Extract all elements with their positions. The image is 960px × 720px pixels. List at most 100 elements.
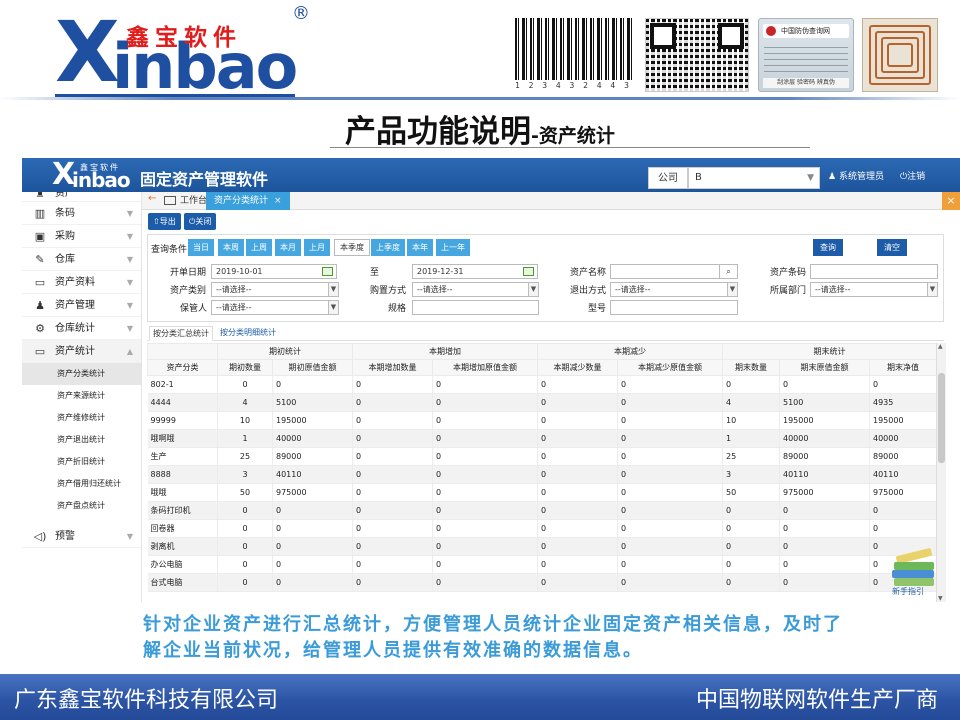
period-today-button[interactable]: 当日 [188,239,214,256]
table-cell: 0 [779,501,870,520]
table-cell: 0 [352,447,433,466]
sidebar-subitem-exit-stats[interactable]: 资产退出统计 [22,429,141,451]
sidebar-subitem-depreciation-stats[interactable]: 资产折旧统计 [22,451,141,473]
table-row[interactable]: 哦啊哦 1 40000 0 0 0 0 1 40000 40000 [147,429,936,448]
qr-code-image [645,18,749,92]
period-last-month-button[interactable]: 上月 [304,239,330,256]
department-label: 所属部门 [770,286,807,296]
table-cell: 25 [722,447,780,466]
start-date-input[interactable]: 2019-10-01 [211,264,337,279]
sidebar-item-asset-stats[interactable]: ▭ 资产统计 ▲ [22,340,141,363]
period-this-month-button[interactable]: 本月 [275,239,301,256]
scroll-up-icon[interactable]: ▲ [938,343,943,350]
back-arrow-icon[interactable]: ← [148,193,156,204]
calendar-icon[interactable] [322,267,333,276]
department-select[interactable]: --请选择-- ▼ [810,282,938,297]
period-last-week-button[interactable]: 上周 [246,239,272,256]
period-this-year-button[interactable]: 本年 [407,239,433,256]
spec-input[interactable] [412,300,539,315]
table-row[interactable]: 回卷器 0 0 0 0 0 0 0 0 0 [147,519,936,538]
period-last-year-button[interactable]: 上一年 [436,239,470,256]
logout-link[interactable]: ⏻注销 [900,169,925,182]
table-cell: 0 [537,537,618,556]
table-cell: 0 [432,411,538,430]
table-cell: 台式电脑 [147,573,218,592]
table-row[interactable]: 8888 3 40110 0 0 0 0 3 40110 40110 [147,465,936,484]
label-card-foot: 刮涂层 验密码 辨真伪 [763,78,849,88]
table-row[interactable]: 台式电脑 0 0 0 0 0 0 0 0 0 [147,573,936,592]
chevron-down-icon: ▼ [126,209,133,218]
sidebar-subitem-category-stats[interactable]: 资产分类统计 [22,363,141,385]
company-select[interactable]: B ▼ [688,167,820,189]
table-cell: 0 [217,501,273,520]
column-header: 本期增加原值金额 [432,359,538,376]
sidebar-item-warehouse-stats[interactable]: ⚙ 仓库统计 ▼ [22,317,141,340]
logout-label: 注销 [907,172,926,182]
admin-user-link[interactable]: ♟ 系统管理员 [828,169,884,182]
calendar-icon[interactable] [523,267,534,276]
tab-workbench[interactable]: 工作台 [164,192,207,210]
tab-summary-by-category[interactable]: 按分类汇总统计 [149,326,213,341]
table-row[interactable]: 条码打印机 0 0 0 0 0 0 0 0 0 [147,501,936,520]
keeper-select[interactable]: --请选择-- ▼ [211,300,339,315]
table-row[interactable]: 4444 4 5100 0 0 0 0 4 5100 4935 [147,393,936,412]
column-header: 本期减少数量 [537,359,618,376]
sidebar-subitem-source-stats[interactable]: 资产来源统计 [22,385,141,407]
period-last-quarter-button[interactable]: 上季度 [371,239,405,256]
new-user-guide-button[interactable]: 新手指引 [890,538,944,600]
asset-name-input[interactable]: ⌕ [610,264,738,279]
close-all-tabs-button[interactable]: × [942,192,960,210]
period-this-week-button[interactable]: 本周 [218,239,244,256]
table-cell: 回卷器 [147,519,218,538]
exit-method-select[interactable]: --请选择-- ▼ [610,282,738,297]
book-icon [894,562,934,570]
tab-category-stats[interactable]: 资产分类统计 × [206,192,290,210]
table-row[interactable]: 办公电脑 0 0 0 0 0 0 0 0 0 [147,555,936,574]
table-cell: 0 [617,411,723,430]
close-icon[interactable]: × [274,196,282,206]
sidebar-item-asset-info[interactable]: ▭ 资产资料 ▼ [22,271,141,294]
model-input[interactable] [610,300,738,315]
column-header: 资产分类 [147,359,218,376]
column-header: 期初原值金额 [272,359,353,376]
clear-button[interactable]: 清空 [877,239,907,256]
keeper-value: --请选择-- [216,303,252,312]
sidebar-subitem-borrow-return-stats[interactable]: 资产借用归还统计 [22,473,141,495]
table-row[interactable]: 99999 10 195000 0 0 0 0 10 195000 195000 [147,411,936,430]
sidebar-subitem-inventory-stats[interactable]: 资产盘点统计 [22,495,141,517]
sidebar-item-warehouse[interactable]: ✎ 仓库 ▼ [22,248,141,271]
table-cell: 0 [537,411,618,430]
sidebar-item-barcode[interactable]: ▥ 条码 ▼ [22,202,141,225]
chevron-down-icon: ▼ [807,173,814,183]
company-label: 公司 [648,167,688,189]
table-row[interactable]: 剥离机 0 0 0 0 0 0 0 0 0 [147,537,936,556]
sidebar-item-asset-management[interactable]: ♟ 资产管理 ▼ [22,294,141,317]
search-button[interactable]: 查询 [813,239,843,256]
table-row[interactable]: 哦哦 50 975000 0 0 0 0 50 975000 975000 [147,483,936,502]
sack-icon: ♜ [35,192,45,200]
sidebar-item-purchase[interactable]: ▣ 采购 ▼ [22,225,141,248]
export-button[interactable]: ⇧导出 [148,213,181,230]
table-row[interactable]: 生产 25 89000 0 0 0 0 25 89000 89000 [147,447,936,466]
table-row[interactable]: 802-1 0 0 0 0 0 0 0 0 0 [147,375,936,394]
search-icon[interactable]: ⌕ [719,265,737,278]
end-date-input[interactable]: 2019-12-31 [412,264,538,279]
period-this-quarter-button[interactable]: 本季度 [334,239,370,256]
table-cell: 0 [352,465,433,484]
sidebar-item-warning[interactable]: ◁) 预警 ▼ [22,525,141,548]
close-button[interactable]: ⏻关闭 [184,213,217,230]
chevron-down-icon: ▼ [126,324,133,333]
table-cell: 0 [869,501,936,520]
scrollbar-thumb[interactable] [938,373,945,463]
table-cell: 0 [352,483,433,502]
asset-type-select[interactable]: --请选择-- ▼ [211,282,339,297]
sidebar-subitem-repair-stats[interactable]: 资产维修统计 [22,407,141,429]
start-date-value: 2019-10-01 [216,267,263,276]
chevron-down-icon: ▼ [328,301,338,314]
tab-detail-by-category[interactable]: 按分类明细统计 [217,326,279,341]
slide-title-main: 产品功能说明 [345,114,532,150]
asset-code-input[interactable] [810,264,938,279]
sidebar-item-asset[interactable]: ♜ 资产 [22,192,141,202]
purchase-method-select[interactable]: --请选择-- ▼ [412,282,539,297]
column-header: 期末数量 [722,359,780,376]
